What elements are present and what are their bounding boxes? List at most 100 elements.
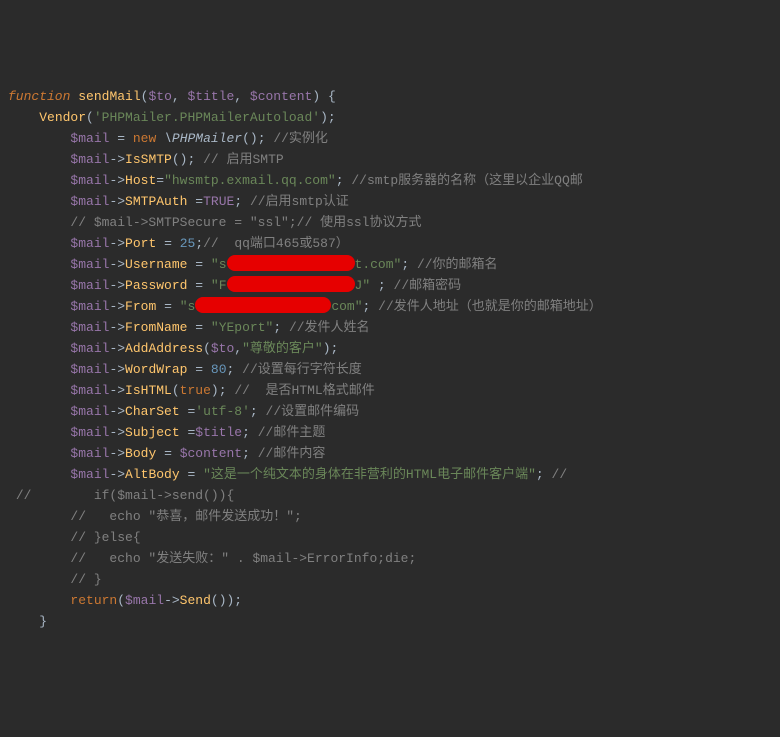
comment: // <box>552 467 568 482</box>
comment: // 启用SMTP <box>203 152 284 167</box>
comment: //启用smtp认证 <box>250 194 349 209</box>
op: -> <box>109 194 125 209</box>
code-line: $mail->AltBody = "这是一个纯文本的身体在非营利的HTML电子邮… <box>8 467 567 482</box>
method: IsSMTP <box>125 152 172 167</box>
call: Vendor <box>39 110 86 125</box>
code-line: // }else{ <box>8 530 141 545</box>
comment: //设置邮件编码 <box>266 404 360 419</box>
op: = <box>164 236 172 251</box>
var: $mail <box>70 362 109 377</box>
number: 80 <box>211 362 227 377</box>
op: = <box>195 362 203 377</box>
op: -> <box>109 383 125 398</box>
var: $mail <box>70 467 109 482</box>
code-line: $mail->Subject =$title; //邮件主题 <box>8 425 325 440</box>
redacted-block <box>195 297 331 313</box>
code-line: $mail->SMTPAuth =TRUE; //启用smtp认证 <box>8 194 349 209</box>
method: IsHTML <box>125 383 172 398</box>
keyword-function: function <box>8 89 70 104</box>
param: $to <box>211 341 234 356</box>
comment: //实例化 <box>273 131 328 146</box>
code-line: $mail->WordWrap = 80; //设置每行字符长度 <box>8 362 362 377</box>
var: $mail <box>70 278 109 293</box>
var: $mail <box>70 404 109 419</box>
op: = <box>156 173 164 188</box>
string: com" <box>331 299 362 314</box>
method: AddAddress <box>125 341 203 356</box>
code-editor[interactable]: function sendMail($to, $title, $content)… <box>0 84 780 632</box>
code-line: // $mail->SMTPSecure = "ssl";// 使用ssl协议方… <box>8 215 421 230</box>
comment: //邮箱密码 <box>394 278 462 293</box>
string: "s <box>211 257 227 272</box>
prop: Port <box>125 236 156 251</box>
op: = <box>195 278 203 293</box>
redacted-block <box>227 255 355 271</box>
prop: Subject <box>125 425 180 440</box>
prop: Username <box>125 257 187 272</box>
var: $mail <box>70 320 109 335</box>
var: $mail <box>70 425 109 440</box>
comment: //你的邮箱名 <box>417 257 498 272</box>
op: = <box>164 446 172 461</box>
brace: } <box>39 614 47 629</box>
code-line: $mail->AddAddress($to,"尊敬的客户"); <box>8 341 338 356</box>
comment: // 是否HTML格式邮件 <box>234 383 374 398</box>
code-line: $mail->Port = 25;// qq端口465或587） <box>8 236 349 251</box>
string: 'PHPMailer.PHPMailerAutoload' <box>94 110 320 125</box>
var: $mail <box>125 593 164 608</box>
var: $mail <box>70 383 109 398</box>
const: TRUE <box>203 194 234 209</box>
string: "F <box>211 278 227 293</box>
code-line: $mail->CharSet ='utf-8'; //设置邮件编码 <box>8 404 359 419</box>
string: "YEport" <box>211 320 273 335</box>
code-line: // echo "发送失败：" . $mail->ErrorInfo;die; <box>8 551 416 566</box>
var: $title <box>195 425 242 440</box>
var: $mail <box>70 173 109 188</box>
kw: return <box>70 593 117 608</box>
code-line: // echo "恭喜，邮件发送成功！"; <box>8 509 302 524</box>
var: $mail <box>70 152 109 167</box>
op: = <box>195 194 203 209</box>
op: -> <box>109 299 125 314</box>
string: "hwsmtp.exmail.qq.com" <box>164 173 336 188</box>
var: $mail <box>70 194 109 209</box>
string: "这是一个纯文本的身体在非营利的HTML电子邮件客户端" <box>203 467 536 482</box>
op: = <box>195 257 203 272</box>
prop: AltBody <box>125 467 180 482</box>
class: \PHPMailer <box>164 131 242 146</box>
var: $mail <box>70 446 109 461</box>
code-line: $mail = new \PHPMailer(); //实例化 <box>8 131 328 146</box>
comment: //邮件主题 <box>258 425 326 440</box>
op: -> <box>109 257 125 272</box>
op: = <box>195 320 203 335</box>
var: $mail <box>70 236 109 251</box>
var: $content <box>180 446 242 461</box>
op: -> <box>164 593 180 608</box>
comment: //发件人姓名 <box>289 320 370 335</box>
function-name: sendMail <box>78 89 140 104</box>
var: $mail <box>70 131 109 146</box>
code-line: function sendMail($to, $title, $content)… <box>8 89 336 104</box>
string: J" <box>355 278 378 293</box>
var: $mail <box>70 299 109 314</box>
prop: Password <box>125 278 187 293</box>
comment: // }else{ <box>70 530 140 545</box>
kw: new <box>133 131 156 146</box>
comment: // qq端口465或587） <box>203 236 349 251</box>
const: true <box>180 383 211 398</box>
var: $mail <box>70 257 109 272</box>
op: -> <box>109 446 125 461</box>
op: -> <box>109 152 125 167</box>
prop: WordWrap <box>125 362 187 377</box>
redacted-block <box>227 276 355 292</box>
comment: // echo "发送失败：" . $mail->ErrorInfo;die; <box>70 551 416 566</box>
code-line: $mail->Host="hwsmtp.exmail.qq.com"; //sm… <box>8 173 583 188</box>
comment: // echo "恭喜，邮件发送成功！"; <box>70 509 301 524</box>
param: $content <box>250 89 312 104</box>
prop: SMTPAuth <box>125 194 187 209</box>
code-line: $mail->IsSMTP(); // 启用SMTP <box>8 152 284 167</box>
code-line: Vendor('PHPMailer.PHPMailerAutoload'); <box>8 110 336 125</box>
op: -> <box>109 362 125 377</box>
op: -> <box>109 467 125 482</box>
string: "尊敬的客户" <box>242 341 323 356</box>
